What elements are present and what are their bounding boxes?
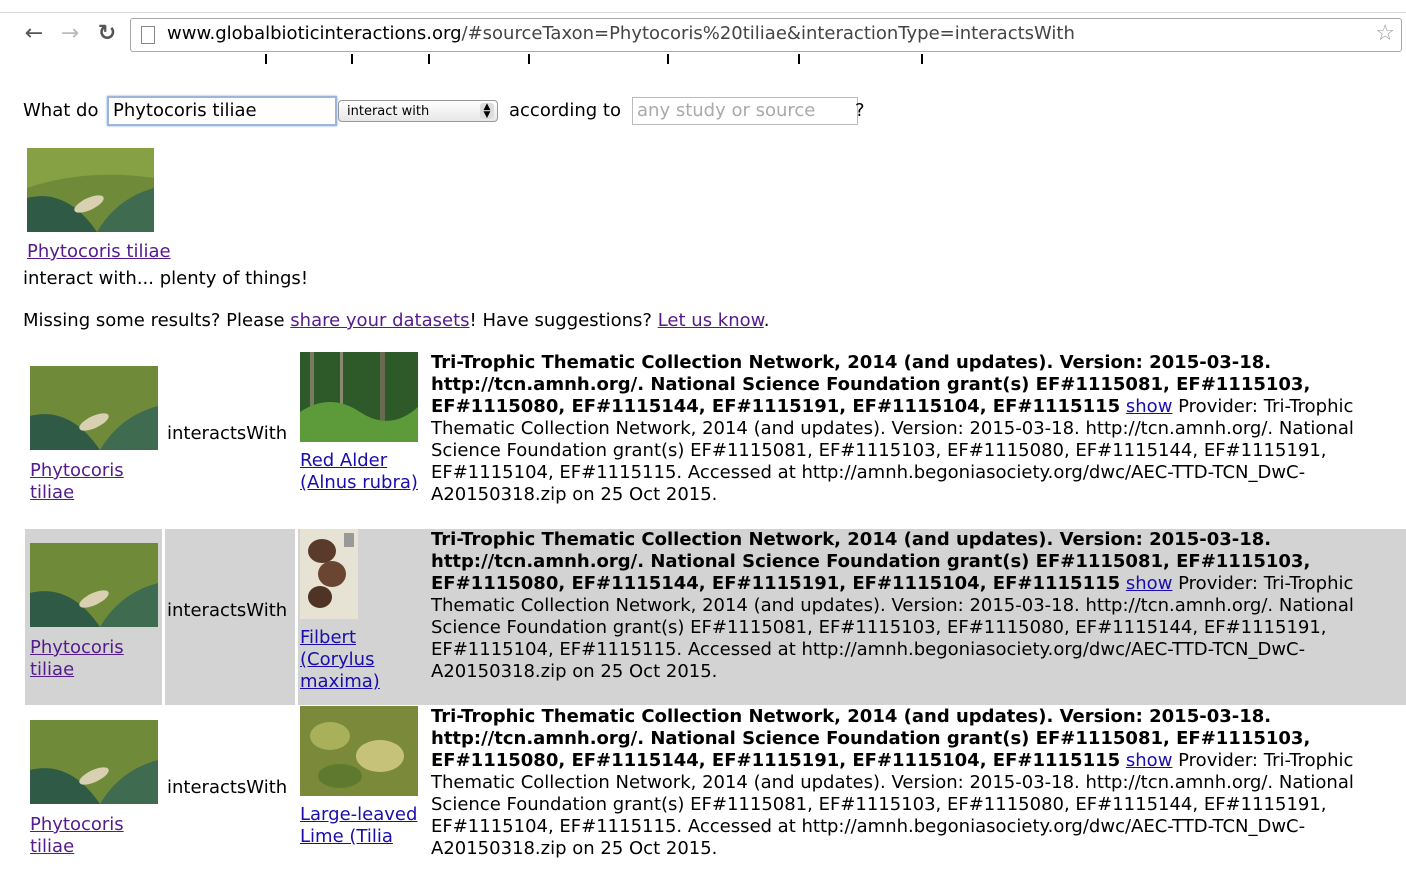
results-table: Phytocoris tiliae interactsWith Red Alde… — [25, 352, 1406, 879]
target-taxon-thumbnail — [300, 529, 358, 619]
missing-prefix: Missing some results? Please — [23, 310, 291, 331]
source-cell: Phytocoris tiliae — [25, 529, 165, 705]
study-source-input[interactable]: any study or source — [632, 97, 858, 125]
source-cell: Phytocoris tiliae — [25, 352, 165, 528]
show-link[interactable]: show — [1126, 396, 1173, 417]
interaction-type: interactsWith — [167, 600, 288, 621]
interaction-cell: interactsWith — [165, 352, 298, 528]
interaction-summary: interact with... plenty of things! — [23, 268, 309, 289]
divider — [798, 54, 800, 64]
address-bar[interactable]: www.globalbioticinteractions.org/#source… — [130, 18, 1402, 52]
target-taxon-thumbnail — [300, 352, 418, 442]
interaction-type: interactsWith — [167, 777, 288, 798]
page-icon — [141, 26, 155, 44]
source-cell: Phytocoris tiliae — [25, 706, 165, 879]
citation-cell: Tri-Trophic Thematic Collection Network,… — [430, 352, 1406, 528]
missing-middle: ! Have suggestions? — [469, 310, 658, 331]
source-taxon-link[interactable]: Phytocoris tiliae — [30, 460, 162, 504]
interaction-cell: interactsWith — [165, 529, 298, 705]
divider — [528, 54, 530, 64]
table-row: Phytocoris tiliae interactsWith Red Alde… — [25, 352, 1406, 529]
divider — [667, 54, 669, 64]
missing-suffix: . — [763, 310, 770, 331]
url-text: www.globalbioticinteractions.org/#source… — [167, 23, 1075, 45]
source-taxon-link[interactable]: Phytocoris tiliae — [30, 637, 162, 681]
target-taxon-link[interactable]: Filbert (Corylus maxima) — [300, 627, 426, 693]
menu-dividers — [0, 54, 1406, 64]
missing-results-note: Missing some results? Please share your … — [23, 310, 769, 331]
taxon-link[interactable]: Phytocoris tiliae — [27, 241, 171, 262]
divider — [921, 54, 923, 64]
target-cell: Red Alder (Alnus rubra) — [298, 352, 429, 528]
target-taxon-link[interactable]: Large-leaved Lime (Tilia — [300, 804, 426, 848]
table-row: Phytocoris tiliae interactsWith Filbert … — [25, 529, 1406, 706]
source-taxon-input[interactable]: Phytocoris tiliae — [107, 96, 337, 126]
interaction-type-select[interactable]: interact with ▲ ▼ — [338, 100, 498, 122]
target-taxon-link[interactable]: Red Alder (Alnus rubra) — [300, 450, 426, 494]
bookmark-star-icon[interactable]: ☆ — [1375, 21, 1395, 46]
interaction-type: interactsWith — [167, 423, 288, 444]
divider — [351, 54, 353, 64]
citation-cell: Tri-Trophic Thematic Collection Network,… — [430, 529, 1406, 705]
interaction-cell: interactsWith — [165, 706, 298, 879]
tab-strip — [0, 0, 1406, 13]
url-path: /#sourceTaxon=Phytocoris%20tiliae&intera… — [461, 23, 1075, 44]
table-row: Phytocoris tiliae interactsWith Large-le… — [25, 706, 1406, 879]
what-do-label: What do — [23, 100, 99, 121]
taxon-photo — [27, 148, 154, 232]
show-link[interactable]: show — [1126, 573, 1173, 594]
forward-arrow-icon[interactable]: → — [56, 20, 84, 48]
source-taxon-thumbnail — [30, 366, 158, 450]
target-taxon-thumbnail — [300, 706, 418, 796]
question-mark: ? — [855, 100, 865, 121]
according-to-label: according to — [509, 100, 621, 121]
select-arrows-icon: ▲ ▼ — [480, 103, 494, 120]
back-arrow-icon[interactable]: ← — [20, 20, 48, 48]
show-link[interactable]: show — [1126, 750, 1173, 771]
source-taxon-thumbnail — [30, 720, 158, 804]
divider — [265, 54, 267, 64]
let-us-know-link[interactable]: Let us know — [658, 310, 764, 331]
target-cell: Filbert (Corylus maxima) — [298, 529, 429, 705]
divider — [428, 54, 430, 64]
share-datasets-link[interactable]: share your datasets — [290, 310, 469, 331]
source-taxon-thumbnail — [30, 543, 158, 627]
target-cell: Large-leaved Lime (Tilia — [298, 706, 429, 879]
reload-icon[interactable]: ↻ — [93, 20, 121, 48]
citation-cell: Tri-Trophic Thematic Collection Network,… — [430, 706, 1406, 879]
source-taxon-link[interactable]: Phytocoris tiliae — [30, 814, 162, 858]
interaction-type-value: interact with — [347, 104, 430, 119]
browser-window: ← → ↻ www.globalbioticinteractions.org/#… — [0, 0, 1406, 879]
url-host: www.globalbioticinteractions.org — [167, 23, 462, 44]
